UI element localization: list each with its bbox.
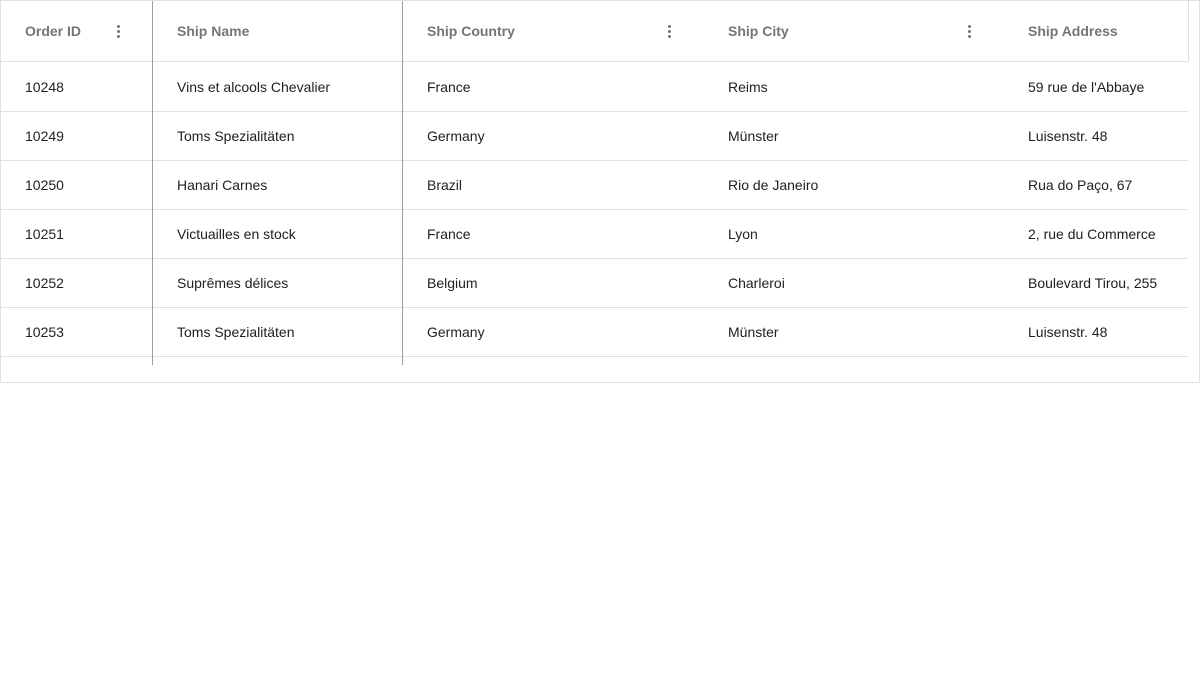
cell-ship-name[interactable]: Toms Spezialitäten [153,112,402,160]
cell-ship-country[interactable]: Brazil [403,161,703,209]
cell-text: 10252 [25,275,64,291]
cell-ship-address[interactable]: Rua do Paço, 67 [1004,161,1188,209]
column-header-label: Ship Name [177,23,250,39]
cell-text: Reims [728,79,768,95]
more-vert-icon[interactable] [657,19,681,43]
cell-text: 2, rue du Commerce [1028,226,1156,242]
column-header-ship-country[interactable]: Ship Country [403,1,703,61]
cell-order-id[interactable]: 10250 [1,161,152,209]
cell-text: 10249 [25,128,64,144]
table-row[interactable]: 10253 Toms Spezialitäten Germany Münster Lui… [1,308,1188,357]
cell-ship-city[interactable]: Rio de Janeiro [704,161,1004,209]
cell-text: Suprêmes délices [177,275,289,291]
cell-text: Boulevard Tirou, 255 [1028,275,1158,291]
cell-text: Belgium [427,275,478,291]
cell-text: Charleroi [728,275,785,291]
cell-text: Luisenstr. 48 [1028,128,1108,144]
data-grid: Order ID Ship Name Ship Country Ship Cit… [0,0,1200,383]
table-row[interactable]: 10250 Hanari Carnes Brazil Rio de Janeiro Ru… [1,161,1188,210]
cell-ship-name[interactable]: Hanari Carnes [153,161,402,209]
table-row[interactable]: 10252 Suprêmes délices Belgium Charleroi Bou… [1,259,1188,308]
column-header-ship-address[interactable]: Ship Address [1004,1,1188,61]
cell-text: France [427,79,471,95]
cell-text: Toms Spezialitäten [177,324,295,340]
cell-ship-city[interactable]: Münster [704,112,1004,160]
cell-ship-address[interactable]: Luisenstr. 48 [1004,308,1188,356]
cell-text: Münster [728,128,779,144]
cell-ship-name[interactable]: Vins et alcools Chevalier [153,63,402,111]
cell-text: Rua do Paço, 67 [1028,177,1133,193]
column-header-ship-city[interactable]: Ship City [704,1,1004,61]
cell-text: Luisenstr. 48 [1028,324,1108,340]
cell-text: 10248 [25,79,64,95]
cell-text: Lyon [728,226,758,242]
cell-ship-address[interactable]: Luisenstr. 48 [1004,112,1188,160]
cell-ship-country[interactable]: Belgium [403,259,703,307]
cell-text: Germany [427,128,485,144]
column-header-order-id[interactable]: Order ID [1,1,152,61]
cell-text: France [427,226,471,242]
more-vert-icon[interactable] [957,19,981,43]
cell-ship-name[interactable]: Victuailles en stock [153,210,402,258]
cell-ship-country[interactable]: France [403,63,703,111]
cell-ship-city[interactable]: Charleroi [704,259,1004,307]
cell-ship-country[interactable]: France [403,210,703,258]
cell-text: Hanari Carnes [177,177,268,193]
cell-text: 10253 [25,324,64,340]
cell-text: Rio de Janeiro [728,177,819,193]
column-header-label: Ship Address [1028,23,1118,39]
cell-text: Münster [728,324,779,340]
scrollbar-gutter [1188,1,1199,62]
cell-text: Victuailles en stock [177,226,296,242]
cell-text: 10250 [25,177,64,193]
cell-text: Germany [427,324,485,340]
cell-ship-city[interactable]: Lyon [704,210,1004,258]
cell-ship-address[interactable]: 59 rue de l'Abbaye [1004,63,1188,111]
table-row[interactable]: 10249 Toms Spezialitäten Germany Münster Lui… [1,112,1188,161]
cell-order-id[interactable]: 10249 [1,112,152,160]
cell-ship-country[interactable]: Germany [403,308,703,356]
column-header-ship-name[interactable]: Ship Name [153,1,402,61]
cell-text: 59 rue de l'Abbaye [1028,79,1145,95]
cell-text: 10251 [25,226,64,242]
cell-text: Vins et alcools Chevalier [177,79,331,95]
pinned-column-divider [402,1,403,365]
cell-ship-address[interactable]: 2, rue du Commerce [1004,210,1188,258]
cell-ship-name[interactable]: Toms Spezialitäten [153,308,402,356]
more-vert-icon[interactable] [106,19,130,43]
cell-order-id[interactable]: 10252 [1,259,152,307]
cell-ship-name[interactable]: Suprêmes délices [153,259,402,307]
cell-ship-city[interactable]: Münster [704,308,1004,356]
cell-order-id[interactable]: 10253 [1,308,152,356]
table-row[interactable]: 10251 Victuailles en stock France Lyon 2, ru… [1,210,1188,259]
column-header-label: Order ID [25,23,82,39]
pinned-column-divider [152,1,153,365]
cell-ship-country[interactable]: Germany [403,112,703,160]
grid-header: Order ID Ship Name Ship Country Ship Cit… [1,1,1188,62]
column-header-label: Ship City [728,23,789,39]
cell-ship-city[interactable]: Reims [704,63,1004,111]
cell-order-id[interactable]: 10248 [1,63,152,111]
column-header-label: Ship Country [427,23,515,39]
cell-ship-address[interactable]: Boulevard Tirou, 255 [1004,259,1188,307]
table-row[interactable]: 10248 Vins et alcools Chevalier France Reim… [1,63,1188,112]
cell-text: Brazil [427,177,463,193]
cell-order-id[interactable]: 10251 [1,210,152,258]
cell-text: Toms Spezialitäten [177,128,295,144]
